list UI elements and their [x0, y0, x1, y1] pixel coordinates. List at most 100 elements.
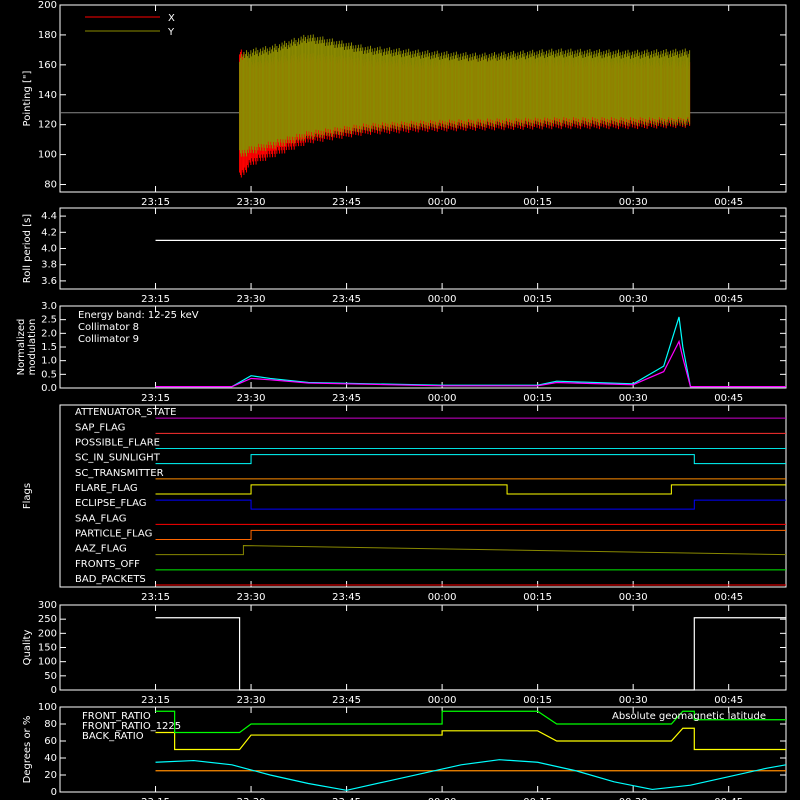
ratios-ytick-label: 20	[44, 770, 57, 781]
ratios-ytick-label: 40	[44, 753, 57, 764]
pointing-ytick-label: 100	[38, 150, 57, 161]
quality-ytick-label: 200	[38, 628, 57, 639]
flag-label-FLARE_FLAG: FLARE_FLAG	[75, 483, 138, 494]
modulation-ylabel-2: modulation	[27, 319, 38, 376]
quality-xtick-label: 00:45	[714, 695, 743, 706]
roll-xtick-label: 23:15	[141, 294, 170, 305]
pointing-ytick-label: 160	[38, 60, 57, 71]
modulation-xtick-label: 00:15	[523, 393, 552, 404]
roll-ylabel: Roll period [s]	[22, 214, 33, 283]
roll-ytick-label: 3.6	[41, 276, 57, 287]
pointing-ytick-label: 140	[38, 90, 57, 101]
flags-xtick-label: 00:15	[523, 592, 552, 603]
flag-label-SC_TRANSMITTER: SC_TRANSMITTER	[75, 468, 164, 479]
quality-xtick-label: 00:00	[428, 695, 457, 706]
quality-ytick-label: 0	[51, 685, 57, 696]
quality-ytick-label: 250	[38, 614, 57, 625]
quality-xtick-label: 23:45	[332, 695, 361, 706]
flags-xtick-label: 00:45	[714, 592, 743, 603]
flag-line-SC_IN_SUNLIGHT	[155, 454, 786, 465]
modulation-xtick-label: 23:15	[141, 393, 170, 404]
pointing-panel: Pointing ["] 80 100 120 140 160 180 200 23:15 23:…	[22, 0, 787, 208]
quality-ytick-label: 300	[38, 600, 57, 611]
pointing-legend-Y: Y	[167, 27, 175, 38]
modulation-ytick-label: 3.0	[41, 301, 57, 312]
flag-label-AAZ_FLAG: AAZ_FLAG	[75, 544, 127, 555]
modulation-xtick-label: 00:00	[428, 393, 457, 404]
modulation-ytick-label: 2.0	[41, 328, 57, 339]
ratios-legend-3: Absolute geomagnetic latitude	[612, 711, 766, 722]
roll-xtick-label: 00:30	[619, 294, 648, 305]
pointing-ytick-label: 180	[38, 30, 57, 41]
flag-line-AAZ_FLAG	[155, 545, 787, 556]
ratios-ytick-label: 60	[44, 736, 57, 747]
roll-frame	[59, 207, 787, 290]
modulation-panel: Normalized modulation0.0 0.5 1.0 1.5 2.0 2.5 3.…	[16, 301, 787, 404]
modulation-xtick-label: 23:30	[237, 393, 266, 404]
roll-ytick-label: 4.0	[41, 244, 57, 255]
quality-xtick-label: 00:15	[523, 695, 552, 706]
modulation-ylabel: Normalized	[16, 319, 27, 376]
flag-label-SC_IN_SUNLIGHT: SC_IN_SUNLIGHT	[75, 453, 161, 464]
pointing-xtick-label: 23:30	[237, 197, 266, 208]
roll-ytick-label: 3.8	[41, 260, 57, 271]
pointing-xtick-label: 00:45	[714, 197, 743, 208]
flags-panel: Flags 23:15 23:30 23:45 00:00 00:15 00:30 00:45…	[22, 404, 787, 603]
quality-xtick-label: 23:15	[141, 695, 170, 706]
modulation-ytick-label: 0.5	[41, 369, 57, 380]
modulation-series-Collimator 8	[155, 316, 786, 388]
figure: Pointing ["]8010012014016018020023:15 23:…	[16, 0, 787, 800]
flags-xtick-label: 23:30	[237, 592, 266, 603]
flag-line-PARTICLE_FLAG	[155, 529, 786, 540]
flag-line-ECLIPSE_FLAG	[155, 499, 786, 510]
pointing-ytick-label: 80	[44, 180, 57, 191]
roll-ytick-label: 4.2	[41, 227, 57, 238]
ratios-panel: Degrees or %02040608010023:1523:3023:450…	[22, 702, 787, 800]
roll-ytick-label: 4.4	[41, 211, 57, 222]
modulation-ytick-label: 0.0	[41, 383, 57, 394]
pointing-ytick-label: 200	[38, 0, 57, 11]
quality-ytick-label: 150	[38, 643, 57, 654]
flag-label-PARTICLE_FLAG: PARTICLE_FLAG	[75, 529, 152, 540]
pointing-xtick-label: 00:30	[619, 197, 648, 208]
flag-label-BAD_PACKETS: BAD_PACKETS	[75, 574, 146, 585]
quality-xtick-label: 00:30	[619, 695, 648, 706]
quality-ylabel: Quality	[22, 630, 33, 666]
roll-xtick-label: 23:30	[237, 294, 266, 305]
quality-ytick-label: 50	[44, 671, 57, 682]
roll-xtick-label: 23:45	[332, 294, 361, 305]
pointing-legend-X: X	[168, 13, 175, 24]
ratios-series-FRONT_RATIO	[155, 727, 786, 751]
flag-label-ECLIPSE_FLAG: ECLIPSE_FLAG	[75, 498, 146, 509]
ratios-ytick-label: 0	[51, 787, 57, 798]
modulation-legend-0: Collimator 8	[78, 322, 139, 333]
pointing-xtick-label: 00:15	[523, 197, 552, 208]
modulation-xtick-label: 00:45	[714, 393, 743, 404]
flag-label-ATTENUATOR_STATE: ATTENUATOR_STATE	[75, 407, 176, 418]
modulation-legend-1: Collimator 9	[78, 334, 139, 345]
quality-ytick-label: 100	[38, 657, 57, 668]
ratios-legend-2: BACK_RATIO	[82, 731, 144, 742]
roll-xtick-label: 00:00	[428, 294, 457, 305]
pointing-ytick-label: 120	[38, 120, 57, 131]
flags-xtick-label: 23:45	[332, 592, 361, 603]
flags-ylabel: Flags	[22, 483, 33, 509]
roll-xtick-label: 00:15	[523, 294, 552, 305]
quality-series-0	[155, 617, 786, 691]
modulation-xtick-label: 00:30	[619, 393, 648, 404]
flag-label-FRONTS_OFF: FRONTS_OFF	[75, 559, 140, 570]
roll-panel: Roll period [s] 3.6 3.8 4.0 4.2 4.4 23:15 23:30…	[22, 207, 787, 305]
flag-label-POSSIBLE_FLARE: POSSIBLE_FLARE	[75, 438, 160, 449]
roll-xtick-label: 00:45	[714, 294, 743, 305]
ratios-ytick-label: 100	[38, 702, 57, 713]
pointing-ylabel: Pointing ["]	[22, 70, 33, 126]
pointing-xtick-label: 00:00	[428, 197, 457, 208]
flags-xtick-label: 23:15	[141, 592, 170, 603]
pointing-xtick-label: 23:45	[332, 197, 361, 208]
flag-label-SAP_FLAG: SAP_FLAG	[75, 422, 125, 433]
modulation-legend-title: Energy band: 12-25 keV	[78, 310, 199, 321]
flags-xtick-label: 00:00	[428, 592, 457, 603]
ratios-series-Absolute geomagnetic latitude	[155, 759, 787, 791]
quality-xtick-label: 23:30	[237, 695, 266, 706]
modulation-xtick-label: 23:45	[332, 393, 361, 404]
